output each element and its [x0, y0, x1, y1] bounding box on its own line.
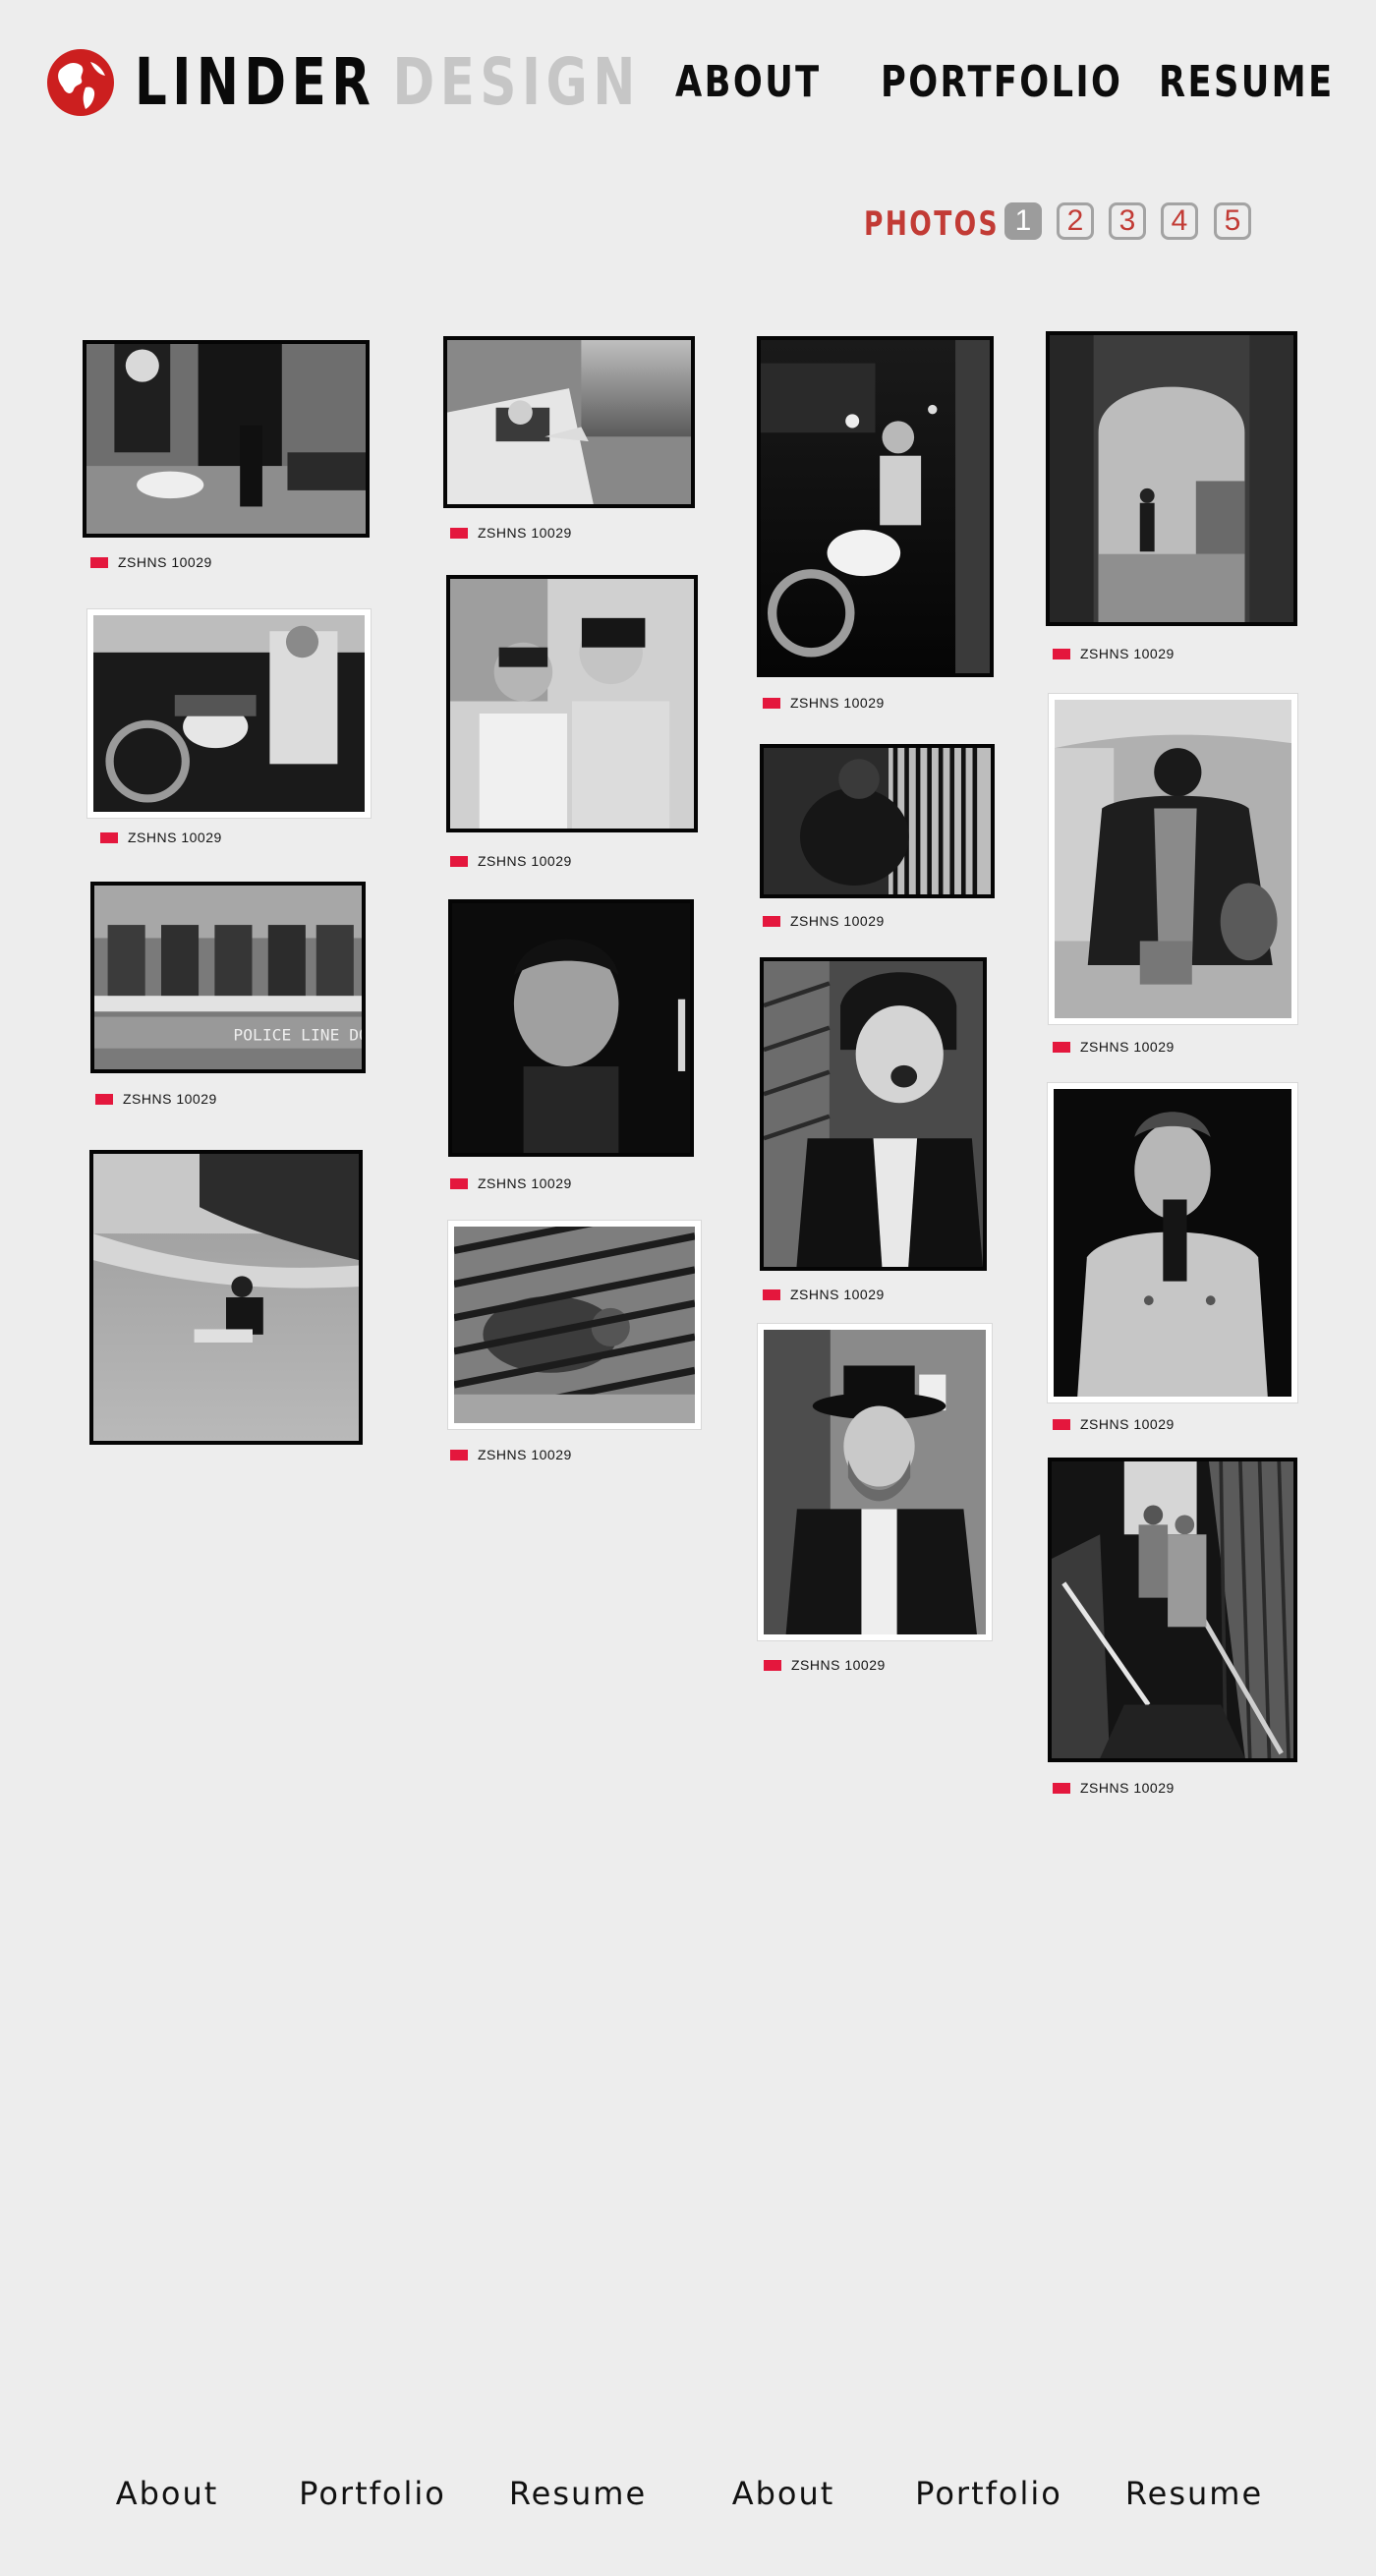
flag-icon	[450, 1177, 468, 1189]
photo-caption: ZSHNS 10029	[450, 523, 572, 543]
page-3-button[interactable]: 3	[1109, 202, 1146, 240]
flag-icon	[450, 527, 468, 539]
photo-caption: ZSHNS 10029	[763, 1285, 885, 1304]
photo-taxi-man[interactable]	[443, 336, 695, 508]
photo-beach-man[interactable]	[89, 1150, 363, 1445]
photo-stairs-couple[interactable]	[1048, 1458, 1297, 1762]
photo-young-man[interactable]	[448, 899, 694, 1157]
photo-bench-women[interactable]: POLICE LINE DO NOT CR	[90, 882, 366, 1073]
flag-icon	[95, 1093, 113, 1105]
photo-caption: ZSHNS 10029	[450, 1445, 572, 1464]
photo-caption: ZSHNS 10029	[763, 693, 885, 713]
flag-icon	[1053, 648, 1070, 659]
photo-caption: ZSHNS 10029	[90, 552, 212, 572]
footer-link-portfolio[interactable]: Portfolio	[886, 2469, 1092, 2518]
photo-hyena-bars[interactable]	[448, 1221, 701, 1429]
photo-shirtless-man[interactable]	[1048, 1083, 1297, 1402]
footer-link-resume[interactable]: Resume	[475, 2469, 681, 2518]
flag-icon	[763, 915, 780, 927]
photo-caption: ZSHNS 10029	[450, 851, 572, 871]
footer-link-about[interactable]: About	[64, 2469, 270, 2518]
photo-two-women[interactable]	[446, 575, 698, 832]
photo-caption: ZSHNS 10029	[763, 911, 885, 931]
photo-caption: ZSHNS 10029	[1053, 644, 1175, 663]
svg-text:POLICE LINE DO NOT CR: POLICE LINE DO NOT CR	[233, 1026, 362, 1045]
photo-police-arrest[interactable]	[83, 340, 370, 538]
flag-icon	[100, 831, 118, 843]
flag-icon	[1053, 1418, 1070, 1430]
photo-caption: ZSHNS 10029	[95, 1089, 217, 1109]
flag-icon	[90, 556, 108, 568]
brand-name-secondary: DESIGN	[392, 44, 641, 120]
footer-link-portfolio[interactable]: Portfolio	[269, 2469, 476, 2518]
page-2-button[interactable]: 2	[1057, 202, 1094, 240]
globe-icon	[47, 49, 114, 116]
photo-archway-man[interactable]	[1046, 331, 1297, 626]
flag-icon	[764, 1659, 781, 1671]
footer-link-resume[interactable]: Resume	[1091, 2469, 1297, 2518]
nav-resume[interactable]: RESUME	[1159, 53, 1335, 112]
photo-caption: ZSHNS 10029	[1053, 1414, 1175, 1434]
nav-about[interactable]: ABOUT	[675, 53, 822, 112]
page-4-button[interactable]: 4	[1161, 202, 1198, 240]
nav-portfolio[interactable]: PORTFOLIO	[881, 53, 1122, 112]
logo[interactable]: LINDER DESIGN	[46, 47, 783, 118]
photo-caption: ZSHNS 10029	[1053, 1037, 1175, 1057]
brand-name: LINDER DESIGN	[135, 47, 641, 118]
page-5-button[interactable]: 5	[1214, 202, 1251, 240]
photo-night-motorcycle[interactable]	[757, 336, 994, 677]
photo-fur-coat-woman[interactable]	[1049, 694, 1297, 1024]
photo-laughing-woman[interactable]	[760, 957, 987, 1271]
brand-name-primary: LINDER	[135, 44, 376, 120]
photo-caption: ZSHNS 10029	[764, 1655, 886, 1675]
flag-icon	[763, 1288, 780, 1300]
flag-icon	[450, 855, 468, 867]
flag-icon	[763, 697, 780, 709]
photo-railing-man[interactable]	[760, 744, 995, 898]
photos-label: PHOTOS	[864, 204, 1000, 244]
photo-caption: ZSHNS 10029	[100, 828, 222, 847]
gallery-pager: PHOTOS 1 2 3 4 5	[0, 200, 1376, 248]
footer-nav: About Portfolio Resume About Portfolio R…	[0, 2469, 1376, 2518]
page-1-button[interactable]: 1	[1004, 202, 1042, 240]
photo-caption: ZSHNS 10029	[1053, 1778, 1175, 1798]
photo-caption: ZSHNS 10029	[450, 1174, 572, 1193]
flag-icon	[1053, 1041, 1070, 1053]
photo-man-in-hat[interactable]	[758, 1324, 992, 1640]
footer-link-about[interactable]: About	[680, 2469, 887, 2518]
flag-icon	[1053, 1782, 1070, 1794]
flag-icon	[450, 1449, 468, 1460]
photo-motorcycle-man[interactable]	[87, 609, 371, 818]
